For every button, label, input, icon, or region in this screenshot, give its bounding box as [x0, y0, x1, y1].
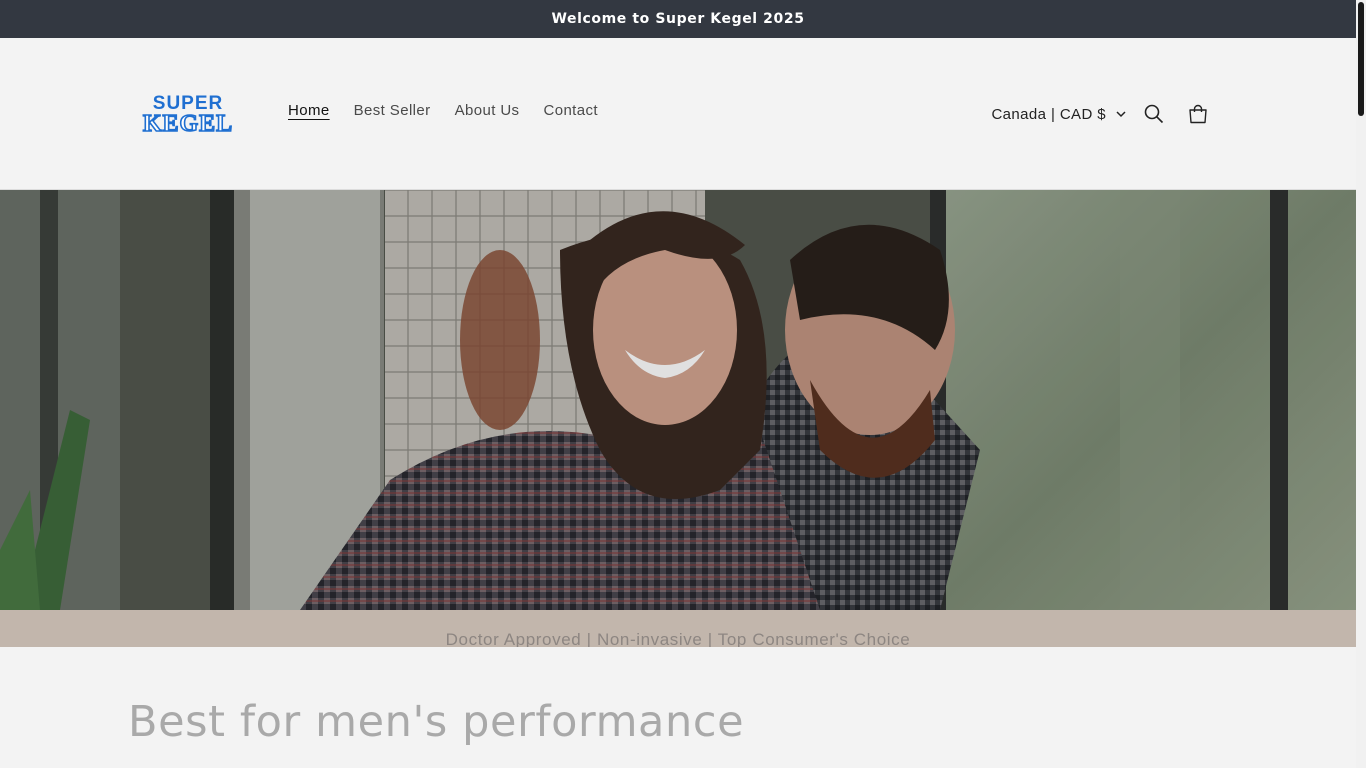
site-logo[interactable]: SUPER KEGEL — [128, 92, 248, 134]
header-actions: Canada | CAD $ — [985, 94, 1220, 134]
currency-selector[interactable]: Canada | CAD $ — [985, 106, 1132, 123]
chevron-down-icon — [1116, 110, 1126, 117]
main-nav: Home Best Seller About Us Contact — [276, 100, 610, 121]
site-header: SUPER KEGEL Home Best Seller About Us Co… — [0, 38, 1356, 190]
search-icon — [1144, 104, 1164, 124]
tagline-text: Doctor Approved | Non-invasive | Top Con… — [445, 629, 911, 648]
nav-item-home[interactable]: Home — [276, 100, 342, 121]
svg-text:KEGEL: KEGEL — [143, 111, 233, 134]
nav-item-best-seller[interactable]: Best Seller — [342, 100, 443, 121]
announcement-bar: Welcome to Super Kegel 2025 — [0, 0, 1356, 38]
page-scrollbar[interactable] — [1356, 0, 1366, 768]
featured-section: Best for men's performance — [0, 647, 1356, 768]
cart-icon — [1189, 104, 1207, 124]
nav-item-contact[interactable]: Contact — [531, 100, 610, 121]
announcement-text: Welcome to Super Kegel 2025 — [551, 11, 805, 27]
search-button[interactable] — [1132, 92, 1176, 136]
section-title: Best for men's performance — [128, 697, 745, 747]
scrollbar-thumb[interactable] — [1358, 2, 1364, 116]
hero-banner — [0, 190, 1356, 610]
cart-button[interactable] — [1176, 92, 1220, 136]
currency-label: Canada | CAD $ — [991, 105, 1106, 123]
nav-item-about-us[interactable]: About Us — [443, 100, 532, 121]
hero-image — [0, 190, 1356, 610]
tagline-bar: Doctor Approved | Non-invasive | Top Con… — [0, 610, 1356, 647]
